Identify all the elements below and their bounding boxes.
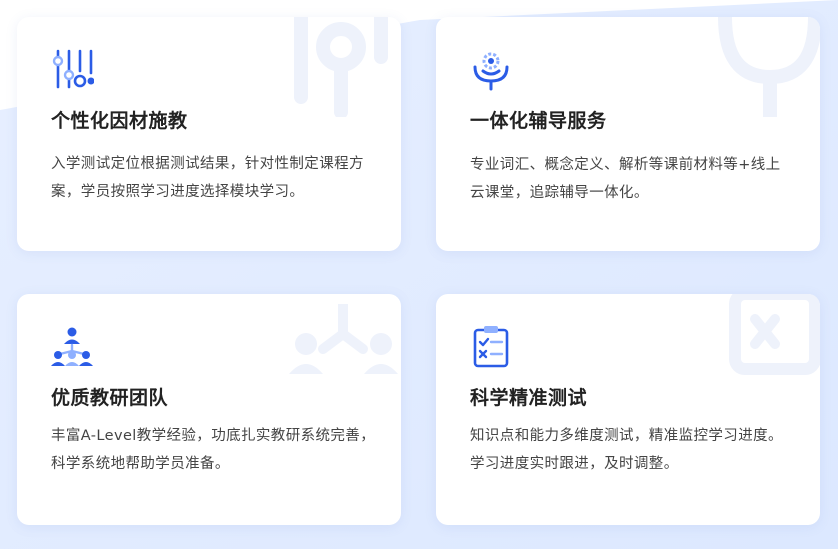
feature-title: 个性化因材施教 [51,110,188,132]
feature-card-personalized: 个性化因材施教 入学测试定位根据测试结果，针对性制定课程方案，学员按照学习进度选… [17,17,401,251]
team-icon [51,327,93,366]
feature-title: 一体化辅导服务 [470,110,607,132]
team-watermark-icon [289,304,398,374]
feature-title: 优质教研团队 [51,387,169,409]
feature-description: 知识点和能力多维度测试，精准监控学习进度。学习进度实时跟进，及时调整。 [470,428,783,472]
gear-service-watermark-icon [718,17,820,117]
clipboard-check-icon [473,326,509,368]
feature-card-research-team: 优质教研团队 丰富A-Level教学经验，功底扎实教研系统完善，科学系统地帮助学… [17,294,401,525]
sliders-watermark-icon [294,17,388,117]
feature-description: 专业词汇、概念定义、解析等课前材料等+线上云课堂，追踪辅导一体化。 [470,157,781,201]
feature-card-integrated-service: 一体化辅导服务 专业词汇、概念定义、解析等课前材料等+线上云课堂，追踪辅导一体化… [436,17,820,251]
feature-title: 科学精准测试 [470,387,588,409]
feature-description: 丰富A-Level教学经验，功底扎实教研系统完善，科学系统地帮助学员准备。 [51,428,376,472]
feature-card-precise-testing: 科学精准测试 知识点和能力多维度测试，精准监控学习进度。学习进度实时跟进，及时调… [436,294,820,525]
sliders-icon [52,49,94,89]
feature-description: 入学测试定位根据测试结果，针对性制定课程方案，学员按照学习进度选择模块学习。 [51,156,364,200]
clipboard-watermark-icon [729,294,820,375]
gear-service-icon [473,52,509,91]
